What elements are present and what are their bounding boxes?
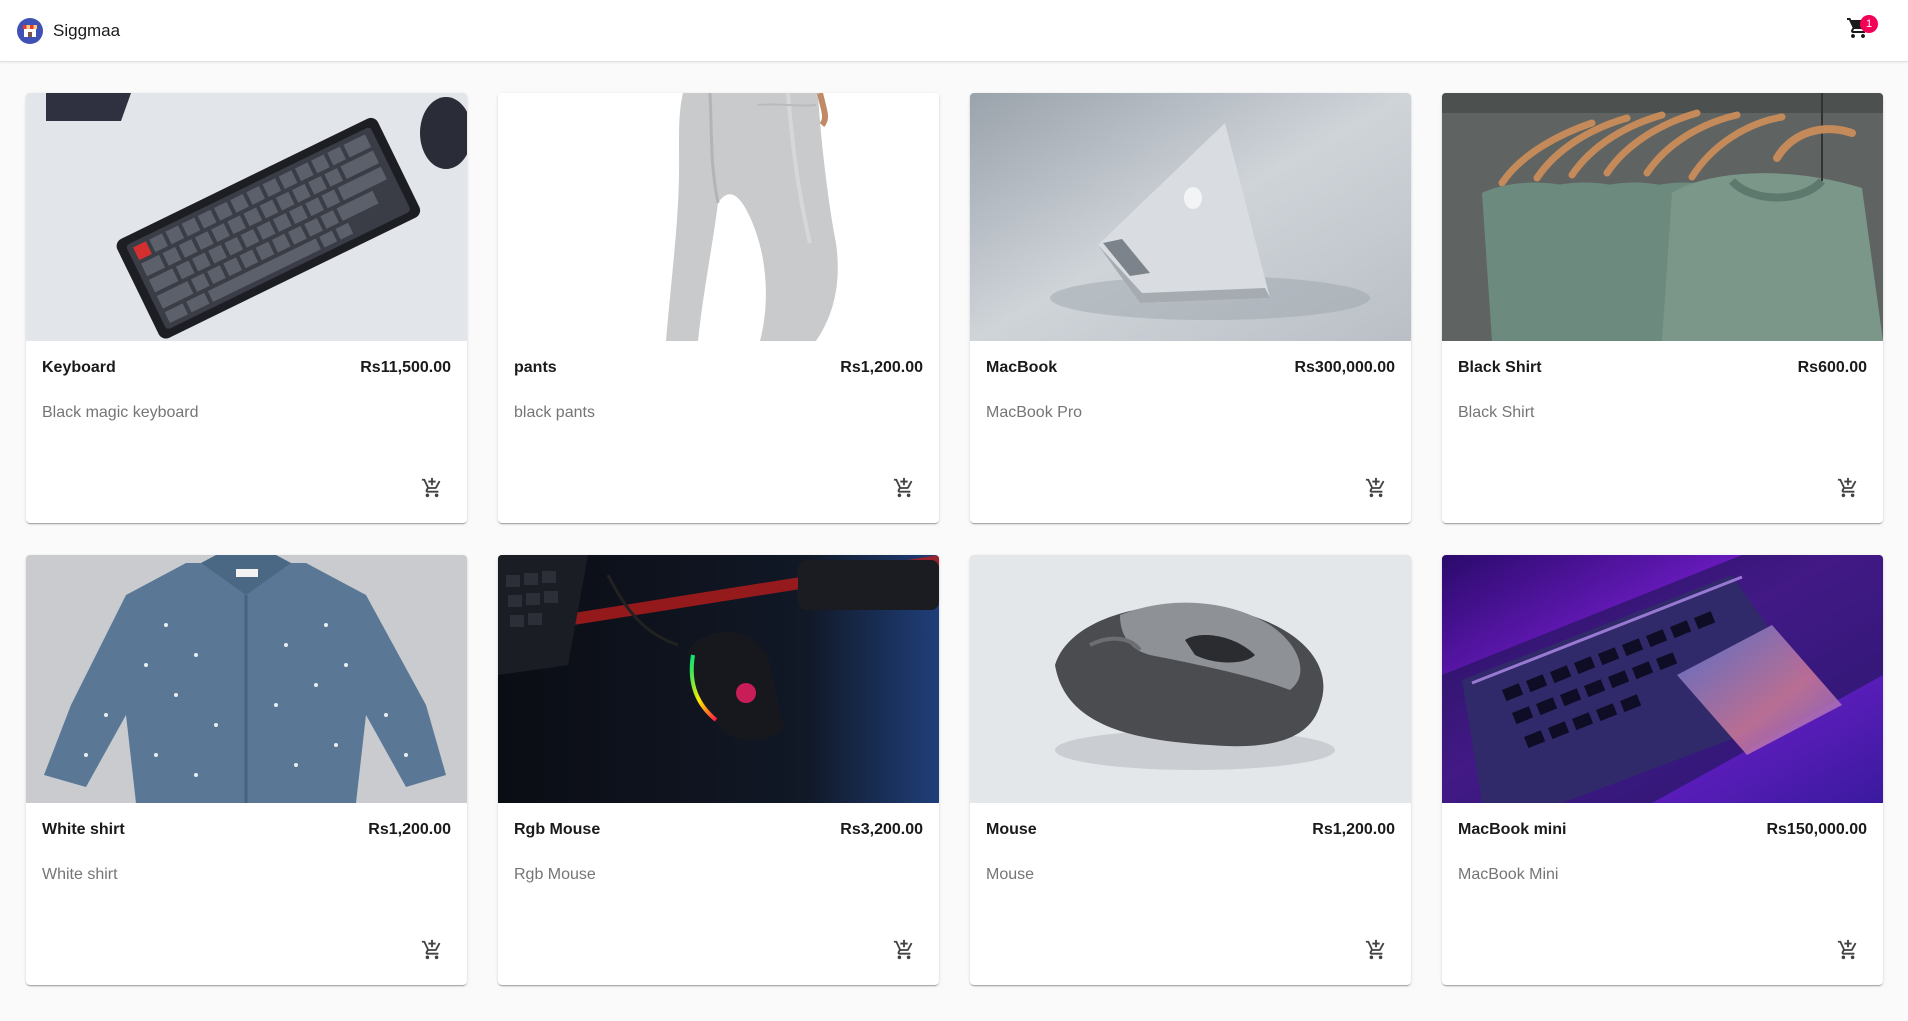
product-price: Rs11,500.00 <box>360 359 451 376</box>
product-card[interactable]: Rgb Mouse Rs3,200.00 Rgb Mouse <box>498 555 939 985</box>
product-description: White shirt <box>42 866 118 883</box>
product-card[interactable]: Keyboard Rs11,500.00 Black magic keyboar… <box>26 93 467 523</box>
add-to-cart-button[interactable] <box>1359 473 1393 507</box>
product-price: Rs150,000.00 <box>1766 821 1867 838</box>
product-description: Black magic keyboard <box>42 404 199 421</box>
card-content: MacBook mini Rs150,000.00 MacBook Mini <box>1442 803 1883 884</box>
product-image-mouse <box>970 555 1411 803</box>
add-shopping-cart-icon <box>1365 939 1387 966</box>
add-shopping-cart-icon <box>893 939 915 966</box>
product-description: MacBook Pro <box>986 404 1083 421</box>
product-price: Rs300,000.00 <box>1294 359 1395 376</box>
product-description: Black Shirt <box>1458 404 1535 421</box>
add-shopping-cart-icon <box>1365 477 1387 504</box>
product-description: MacBook Mini <box>1458 866 1559 883</box>
card-content: MacBook Rs300,000.00 MacBook Pro <box>970 341 1411 422</box>
product-image-macbook <box>970 93 1411 341</box>
product-price: Rs1,200.00 <box>840 359 923 376</box>
add-to-cart-button[interactable] <box>1831 473 1865 507</box>
card-content: Black Shirt Rs600.00 Black Shirt <box>1442 341 1883 422</box>
add-shopping-cart-icon <box>421 939 443 966</box>
product-name: Black Shirt <box>1458 359 1542 376</box>
product-price: Rs1,200.00 <box>1312 821 1395 838</box>
product-name: MacBook mini <box>1458 821 1567 838</box>
card-content: Keyboard Rs11,500.00 Black magic keyboar… <box>26 341 467 422</box>
add-to-cart-button[interactable] <box>415 473 449 507</box>
product-description: Rgb Mouse <box>514 866 596 883</box>
product-description: Mouse <box>986 866 1035 883</box>
product-card[interactable]: MacBook mini Rs150,000.00 MacBook Mini <box>1442 555 1883 985</box>
product-image-rgb-mouse <box>498 555 939 803</box>
product-description: black pants <box>514 404 595 421</box>
add-shopping-cart-icon <box>1837 939 1859 966</box>
card-content: Rgb Mouse Rs3,200.00 Rgb Mouse <box>498 803 939 884</box>
product-price: Rs600.00 <box>1797 359 1867 376</box>
cart-button[interactable]: 1 <box>1838 11 1878 51</box>
product-name: pants <box>514 359 557 376</box>
product-card[interactable]: Black Shirt Rs600.00 Black Shirt <box>1442 93 1883 523</box>
add-to-cart-button[interactable] <box>415 935 449 969</box>
cart-count-badge: 1 <box>1860 14 1878 33</box>
app-title: Siggmaa <box>53 20 121 40</box>
brand[interactable]: Siggmaa <box>17 17 121 44</box>
product-card[interactable]: Mouse Rs1,200.00 Mouse <box>970 555 1411 985</box>
card-content: Mouse Rs1,200.00 Mouse <box>970 803 1411 884</box>
product-name: Rgb Mouse <box>514 821 601 838</box>
add-to-cart-button[interactable] <box>887 473 921 507</box>
product-name: Mouse <box>986 821 1037 838</box>
product-image-macbook-neon <box>1442 555 1883 803</box>
product-name: White shirt <box>42 821 125 838</box>
product-card[interactable]: MacBook Rs300,000.00 MacBook Pro <box>970 93 1411 523</box>
product-card[interactable]: pants Rs1,200.00 black pants <box>498 93 939 523</box>
add-shopping-cart-icon <box>893 477 915 504</box>
add-to-cart-button[interactable] <box>1359 935 1393 969</box>
product-name: MacBook <box>986 359 1058 376</box>
product-image-pants <box>498 93 939 341</box>
card-content: pants Rs1,200.00 black pants <box>498 341 939 422</box>
product-image-shirts <box>1442 93 1883 341</box>
product-image-keyboard <box>26 93 467 341</box>
card-content: White shirt Rs1,200.00 White shirt <box>26 803 467 884</box>
app-bar: Siggmaa 1 <box>0 0 1908 62</box>
product-card[interactable]: White shirt Rs1,200.00 White shirt <box>26 555 467 985</box>
add-shopping-cart-icon <box>421 477 443 504</box>
store-logo-icon <box>17 17 43 44</box>
product-name: Keyboard <box>42 359 116 376</box>
product-image-denim-shirt <box>26 555 467 803</box>
add-to-cart-button[interactable] <box>887 935 921 969</box>
add-shopping-cart-icon <box>1837 477 1859 504</box>
product-price: Rs3,200.00 <box>840 821 923 838</box>
add-to-cart-button[interactable] <box>1831 935 1865 969</box>
product-price: Rs1,200.00 <box>368 821 451 838</box>
product-grid: Keyboard Rs11,500.00 Black magic keyboar… <box>26 93 1884 985</box>
